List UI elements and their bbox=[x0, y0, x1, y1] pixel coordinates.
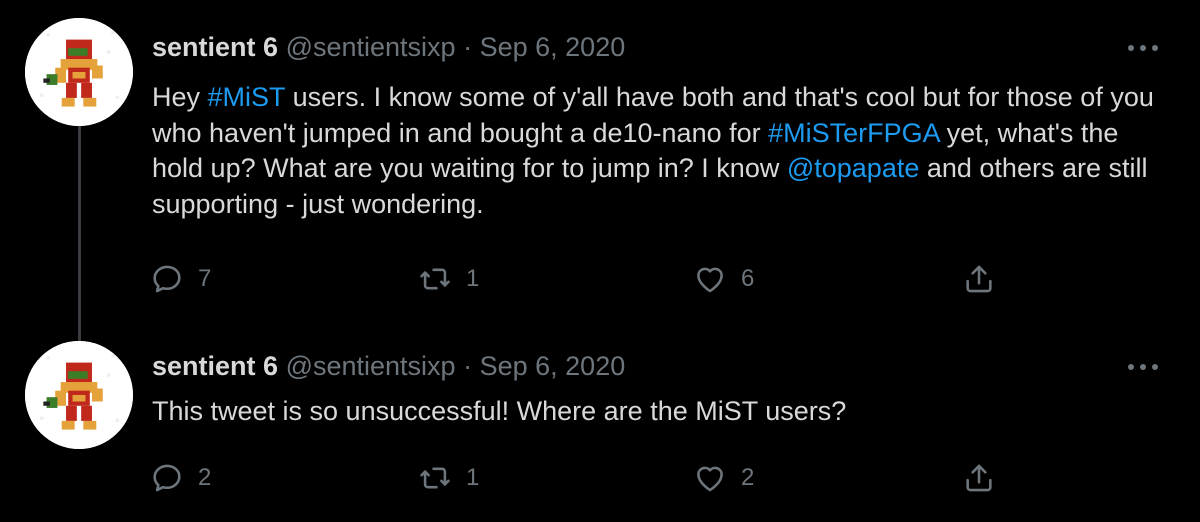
tweet-text-segment: This tweet is so unsuccessful! Where are… bbox=[152, 396, 847, 426]
reply-count: 2 bbox=[198, 464, 212, 491]
reply-icon bbox=[153, 464, 181, 492]
tweet-text: Hey #MiST users. I know some of y'all ha… bbox=[152, 80, 1162, 222]
heart-icon bbox=[697, 466, 723, 492]
author-handle[interactable]: @sentientsixp bbox=[286, 351, 456, 381]
retweet-button[interactable]: 1 bbox=[418, 458, 479, 498]
pixel-art-avatar-icon bbox=[25, 18, 133, 126]
share-icon bbox=[966, 464, 992, 492]
retweet-icon bbox=[420, 467, 450, 489]
author-handle[interactable]: @sentientsixp bbox=[286, 32, 456, 62]
hashtag-link[interactable]: #MiSTerFPGA bbox=[768, 118, 939, 148]
more-button[interactable] bbox=[1128, 42, 1158, 54]
meta-separator: · bbox=[463, 32, 473, 62]
more-icon-dot bbox=[1128, 45, 1134, 51]
like-button[interactable]: 6 bbox=[693, 259, 754, 299]
tweet-text-segment: Hey bbox=[152, 82, 208, 112]
author-name[interactable]: sentient 6 bbox=[152, 351, 278, 381]
meta-separator: · bbox=[463, 351, 473, 381]
more-icon-dot bbox=[1140, 45, 1146, 51]
heart-icon bbox=[697, 267, 723, 293]
more-button[interactable] bbox=[1128, 361, 1158, 373]
tweet-actions: 7 1 6 bbox=[150, 259, 1010, 299]
like-count: 2 bbox=[741, 464, 755, 491]
tweet[interactable]: sentient 6 @sentientsixp · Sep 6, 2020 T… bbox=[0, 330, 1200, 522]
reply-button[interactable]: 2 bbox=[150, 458, 211, 498]
reply-count: 7 bbox=[198, 265, 212, 292]
reply-icon bbox=[153, 265, 181, 293]
share-button[interactable] bbox=[962, 259, 996, 299]
more-icon-dot bbox=[1140, 364, 1146, 370]
avatar[interactable] bbox=[25, 341, 133, 449]
avatar[interactable] bbox=[25, 18, 133, 126]
retweet-button[interactable]: 1 bbox=[418, 259, 479, 299]
tweet-date[interactable]: Sep 6, 2020 bbox=[480, 32, 626, 62]
hashtag-link[interactable]: #MiST bbox=[208, 82, 286, 112]
like-count: 6 bbox=[741, 265, 755, 292]
tweet-actions: 2 1 2 bbox=[150, 458, 1010, 498]
share-button[interactable] bbox=[962, 458, 996, 498]
retweet-count: 1 bbox=[466, 464, 480, 491]
author-name[interactable]: sentient 6 bbox=[152, 32, 278, 62]
share-icon bbox=[966, 265, 992, 293]
reply-button[interactable]: 7 bbox=[150, 259, 211, 299]
mention-link[interactable]: @topapate bbox=[787, 153, 920, 183]
pixel-art-avatar-icon bbox=[25, 341, 133, 449]
tweet-date[interactable]: Sep 6, 2020 bbox=[480, 351, 626, 381]
tweet-header: sentient 6 @sentientsixp · Sep 6, 2020 bbox=[152, 350, 625, 382]
more-icon-dot bbox=[1152, 364, 1158, 370]
retweet-count: 1 bbox=[466, 265, 480, 292]
tweet-text: This tweet is so unsuccessful! Where are… bbox=[152, 394, 1162, 430]
like-button[interactable]: 2 bbox=[693, 458, 754, 498]
more-icon-dot bbox=[1152, 45, 1158, 51]
retweet-icon bbox=[420, 268, 450, 290]
tweet-header: sentient 6 @sentientsixp · Sep 6, 2020 bbox=[152, 31, 625, 63]
tweet[interactable]: sentient 6 @sentientsixp · Sep 6, 2020 H… bbox=[0, 0, 1200, 330]
more-icon-dot bbox=[1128, 364, 1134, 370]
